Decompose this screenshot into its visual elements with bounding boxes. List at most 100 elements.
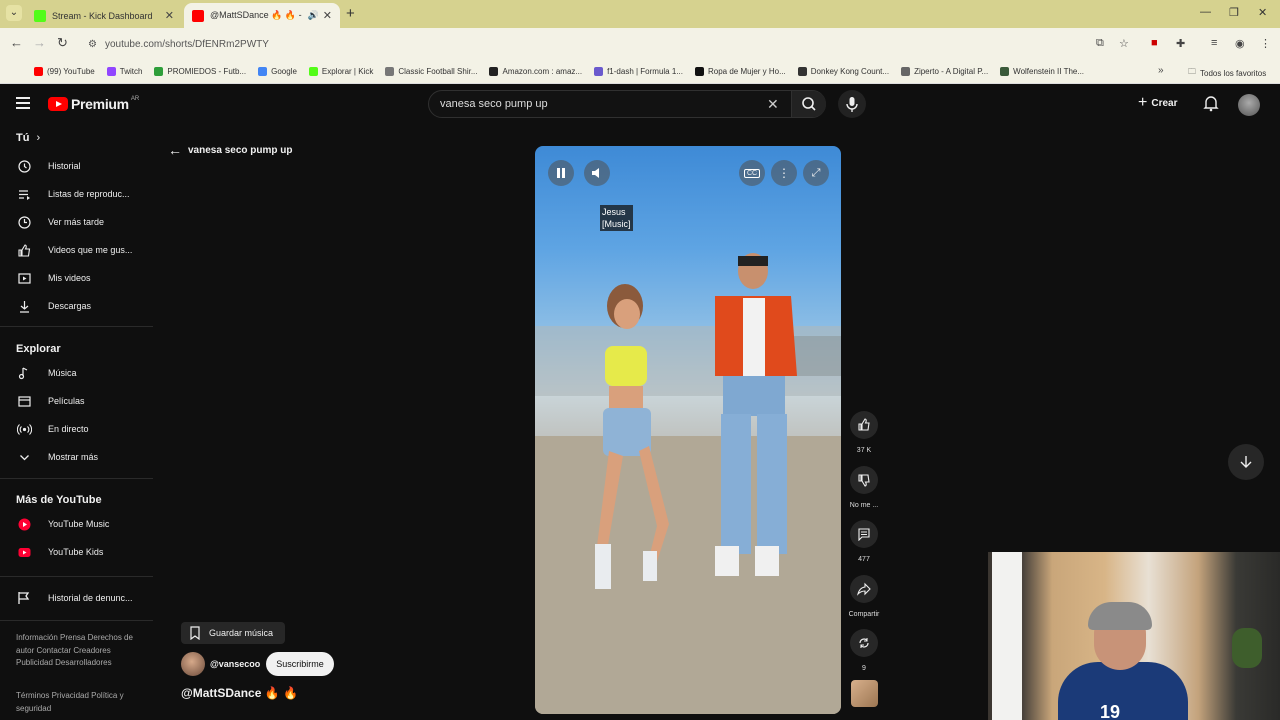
media-controls-icon[interactable]: ≡ [1211, 37, 1217, 49]
pdf-extension-icon[interactable]: ■ [1151, 37, 1158, 49]
forward-arrow-icon[interactable]: → [33, 35, 46, 50]
bookmark-item[interactable]: Ziperto - A Digital P... [901, 67, 988, 76]
remix-button[interactable]: 9 [843, 629, 885, 672]
bookmark-star-icon[interactable]: ☆ [1119, 37, 1129, 50]
fullscreen-icon: ⤢ [811, 166, 821, 179]
reload-icon[interactable]: ↻ [57, 35, 68, 51]
sidebar-item-show-more[interactable]: Mostrar más [16, 449, 98, 465]
pause-button[interactable] [548, 160, 574, 186]
clear-search-icon[interactable]: ✕ [767, 96, 779, 113]
sidebar-item-youtube-kids[interactable]: YouTube Kids [16, 544, 103, 560]
share-button[interactable]: Compartir [843, 575, 885, 618]
channel-avatar[interactable] [181, 652, 205, 676]
sidebar-item-history[interactable]: Historial [16, 158, 81, 174]
sidebar-item-playlists[interactable]: Listas de reproduc... [16, 186, 130, 202]
extensions-icon[interactable]: ✚ [1176, 37, 1185, 50]
fullscreen-button[interactable]: ⤢ [803, 160, 829, 186]
like-button[interactable]: 37 K [843, 411, 885, 454]
create-button[interactable]: + Crear [1138, 94, 1177, 112]
more-options-button[interactable]: ⋮ [771, 160, 797, 186]
bookmark-label: Classic Football Shir... [398, 67, 478, 76]
comments-button[interactable]: 477 [843, 520, 885, 563]
menu-hamburger-icon[interactable] [16, 97, 30, 112]
film-icon [16, 393, 32, 409]
account-avatar[interactable] [1238, 94, 1260, 116]
sidebar-item-music[interactable]: Música [16, 365, 77, 381]
sidebar-item-movies[interactable]: Películas [16, 393, 85, 409]
youtube-favicon-icon [192, 9, 204, 22]
sidebar-item-report-history[interactable]: Historial de denunc... [16, 590, 133, 606]
search-box[interactable]: vanesa seco pump up ✕ [428, 90, 826, 118]
more-bookmarks-icon[interactable]: » [1158, 65, 1164, 76]
save-music-button[interactable]: Guardar música [181, 622, 286, 644]
bookmark-item[interactable]: Google [258, 67, 297, 76]
site-info-icon[interactable]: ⚙ [88, 39, 97, 50]
bookmark-favicon-icon [1000, 67, 1010, 76]
voice-search-button[interactable] [838, 90, 866, 118]
remix-count: 9 [862, 665, 866, 672]
notifications-button[interactable] [1202, 94, 1220, 117]
install-app-icon[interactable]: ⧉ [1096, 37, 1104, 50]
bookmark-item[interactable]: Amazon.com : amaz... [489, 67, 582, 76]
bookmark-item[interactable]: Ropa de Mujer y Ho... [694, 67, 786, 76]
close-window-button[interactable]: ✕ [1258, 6, 1267, 19]
more-vert-icon: ⋮ [778, 166, 790, 180]
tab-search-button[interactable]: ⌄ [6, 5, 22, 21]
subscribe-button[interactable]: Suscribirme [266, 652, 334, 676]
tab-kick-dashboard[interactable]: Stream - Kick Dashboard ✕ [26, 3, 182, 28]
footer-links-legal[interactable]: Términos Privacidad Política y seguridad [16, 690, 146, 715]
footer-links[interactable]: Información Prensa Derechos de autor Con… [16, 632, 146, 670]
browser-menu-icon[interactable]: ⋮ [1260, 37, 1271, 50]
sidebar-item-youtube-music[interactable]: YouTube Music [16, 516, 109, 532]
thumbs-up-icon [16, 242, 32, 258]
yt-kids-icon [16, 544, 32, 560]
bookmark-item[interactable]: Classic Football Shir... [385, 67, 477, 76]
close-tab-icon[interactable]: ✕ [165, 9, 174, 22]
new-tab-button[interactable]: + [346, 5, 355, 22]
sidebar-item-liked-videos[interactable]: Videos que me gus... [16, 242, 132, 258]
bookmark-item[interactable]: Twitch [106, 67, 142, 76]
bookmark-item[interactable]: PROMIEDOS - Futb... [154, 67, 246, 76]
kick-favicon-icon [34, 9, 46, 22]
back-arrow-icon[interactable]: ← [10, 35, 23, 50]
youtube-play-logo-icon [48, 97, 68, 111]
volume-button[interactable] [584, 160, 610, 186]
audio-playing-icon[interactable]: 🔊 [308, 10, 319, 21]
sidebar-item-label: YouTube Music [48, 519, 110, 529]
search-icon [802, 97, 816, 111]
dislike-button[interactable]: No me ... [843, 466, 885, 509]
tab-title: Stream - Kick Dashboard [52, 10, 153, 21]
minimize-button[interactable]: — [1200, 6, 1211, 18]
shorts-video-player[interactable]: CC ⋮ ⤢ Jesus [Music] [535, 146, 841, 714]
audio-thumbnail[interactable] [851, 680, 878, 707]
channel-handle[interactable]: @vansecoo [210, 659, 260, 669]
bookmark-item[interactable]: Donkey Kong Count... [797, 67, 890, 76]
sidebar-item-live[interactable]: En directo [16, 421, 89, 437]
captions-button[interactable]: CC [739, 160, 765, 186]
tab-youtube-short[interactable]: @MattSDance 🔥 🔥 - You 🔊 ✕ [184, 3, 340, 28]
bookmark-item[interactable]: Wolfenstein II The... [1000, 67, 1084, 76]
webcam-background-door [992, 552, 1022, 720]
bookmarks-bar: (99) YouTube Twitch PROMIEDOS - Futb... Goo… [0, 60, 1280, 84]
youtube-premium-logo[interactable]: Premium AR [48, 96, 139, 112]
back-to-search[interactable]: ← vanesa seco pump up [168, 142, 292, 158]
sidebar-item-downloads[interactable]: Descargas [16, 298, 91, 314]
profile-avatar-icon[interactable]: ◉ [1235, 37, 1245, 50]
share-icon [857, 582, 871, 596]
sidebar-item-watch-later[interactable]: Ver más tarde [16, 214, 104, 230]
restore-button[interactable]: ❐ [1229, 6, 1239, 19]
search-button[interactable] [791, 91, 826, 117]
bookmark-label: (99) YouTube [47, 67, 95, 76]
bookmark-item[interactable]: (99) YouTube [34, 67, 95, 76]
bookmark-label: Donkey Kong Count... [810, 67, 890, 76]
bookmark-item[interactable]: f1-dash | Formula 1... [594, 67, 683, 76]
sidebar-item-my-videos[interactable]: Mis videos [16, 270, 91, 286]
close-tab-icon[interactable]: ✕ [323, 9, 332, 22]
bookmark-favicon-icon [34, 67, 43, 76]
search-input[interactable]: vanesa seco pump up [440, 98, 548, 110]
all-bookmarks-folder[interactable]: 🗀 Todos los favoritos [1188, 66, 1266, 80]
bookmark-item[interactable]: Explorar | Kick [308, 67, 373, 76]
url-field[interactable]: ⚙ youtube.com/shorts/DfENRm2PWTY [80, 32, 1140, 56]
you-section-heading[interactable]: Tú › [16, 132, 40, 144]
next-short-button[interactable] [1228, 444, 1264, 480]
